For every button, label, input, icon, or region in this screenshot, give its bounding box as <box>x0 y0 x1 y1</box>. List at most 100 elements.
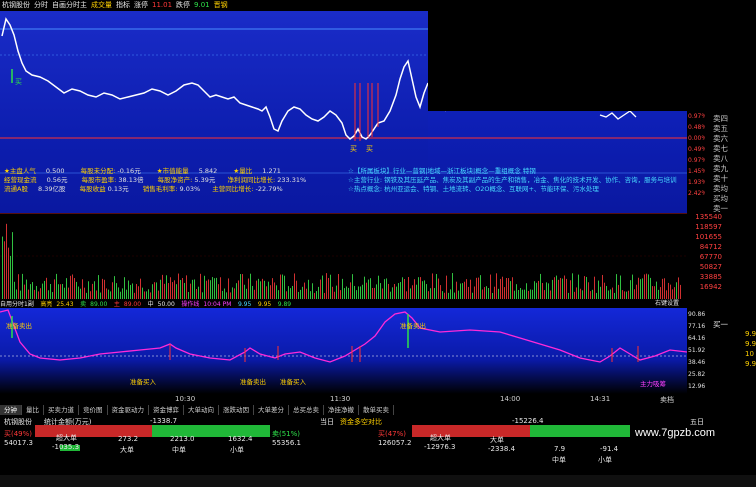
volume-bar <box>410 288 411 299</box>
volume-bar <box>318 286 319 299</box>
tab-capital-drive[interactable]: 资金驱动力 <box>108 405 149 415</box>
volume-bar <box>8 247 9 299</box>
volume-bar <box>54 279 55 299</box>
tab-minute[interactable]: 分钟 <box>0 405 22 415</box>
volume-bar <box>178 273 179 299</box>
volume-bar <box>28 289 29 299</box>
volume-bar <box>140 278 141 299</box>
tab-rise-fall[interactable]: 涨跌动因 <box>219 405 254 415</box>
tab-net-hang[interactable]: 净挂净撤 <box>324 405 359 415</box>
tab-small-order[interactable]: 散单买卖 <box>359 405 394 415</box>
label-mid-right: 中单 <box>552 456 566 464</box>
volume-bar <box>220 277 221 299</box>
ind-label: 准备卖出 <box>6 322 32 330</box>
volume-bar <box>50 283 51 299</box>
tab-volume[interactable]: 成交量 <box>91 0 112 11</box>
volume-bar <box>310 291 311 299</box>
volume-bar <box>622 290 623 299</box>
volume-bar <box>120 291 121 299</box>
volume-bar <box>562 278 563 299</box>
tab-custom-intraday[interactable]: 自画分时主 <box>52 0 87 11</box>
volume-bar <box>98 275 99 299</box>
volume-bar <box>628 290 629 299</box>
volume-bar <box>56 273 57 299</box>
ind-label: 准备卖出 <box>400 322 426 330</box>
indicator-chart[interactable]: 准备卖出 准备买入 准备卖出 准备买入 准备卖出 主力吸筹 <box>0 308 688 394</box>
ind-label: 主力吸筹 <box>640 380 666 388</box>
time-tick: 14:31 <box>590 395 611 403</box>
volume-bar <box>516 284 517 299</box>
volume-bar <box>144 291 145 299</box>
volume-bar <box>522 289 523 299</box>
indicator-name[interactable]: 自用分时1副 <box>0 301 34 308</box>
volume-bar <box>12 232 13 299</box>
val-big-left: 273.2 <box>118 435 139 443</box>
volume-bar <box>510 281 511 299</box>
volume-bar <box>88 281 89 299</box>
volume-bar <box>598 280 599 299</box>
volume-bar <box>322 275 323 299</box>
settings-link[interactable]: 右键设置 <box>655 299 679 308</box>
volume-bar <box>542 282 543 299</box>
volume-bar <box>48 290 49 299</box>
volume-bar <box>96 290 97 299</box>
limit-up-value: 11.01 <box>152 1 173 9</box>
volume-bar <box>564 275 565 299</box>
stock-name[interactable]: 杭钢股份 <box>2 0 30 11</box>
volume-bar <box>366 282 367 299</box>
ind-label: 准备卖出 <box>240 378 266 386</box>
volume-bar <box>256 280 257 299</box>
volume-bar <box>14 281 15 299</box>
tab-auction[interactable]: 竞价图 <box>79 405 108 415</box>
volume-bar <box>38 291 39 299</box>
volume-bar <box>512 277 513 299</box>
volume-bar <box>436 274 437 299</box>
volume-bar <box>376 284 377 299</box>
volume-bar <box>624 291 625 299</box>
volume-bar <box>308 279 309 299</box>
volume-chart[interactable] <box>0 212 687 299</box>
tab-total-bs[interactable]: 总买总卖 <box>289 405 324 415</box>
tab-intraday[interactable]: 分时 <box>34 0 48 11</box>
volume-bar <box>156 282 157 299</box>
volume-bar <box>468 286 469 299</box>
volume-bar <box>424 280 425 299</box>
flow-period-5day[interactable]: 五日 <box>690 417 704 427</box>
volume-bar <box>546 282 547 299</box>
volume-bar <box>654 286 655 299</box>
tab-volume-ratio[interactable]: 量比 <box>22 405 44 415</box>
volume-bar <box>406 291 407 299</box>
tab-big-order[interactable]: 大单动向 <box>184 405 219 415</box>
tab-buy-sell-force[interactable]: 买卖力道 <box>44 405 79 415</box>
volume-bar <box>650 277 651 299</box>
volume-bar <box>604 282 605 299</box>
volume-bar <box>288 286 289 299</box>
concept-3: ☆热点概念: 杭州亚运会、特钢、土地流转、O2O概念、互联网+、节能环保、污水处… <box>348 185 599 193</box>
tab-indicator[interactable]: 指标 <box>116 0 130 11</box>
volume-bar <box>586 276 587 299</box>
flow-period-today[interactable]: 当日 <box>320 417 334 427</box>
volume-bar <box>662 278 663 299</box>
volume-bar <box>192 279 193 299</box>
volume-bar <box>370 278 371 299</box>
volume-bar <box>574 291 575 299</box>
volume-bar <box>114 276 115 299</box>
volume-bar <box>588 282 589 299</box>
volume-bar <box>42 283 43 299</box>
volume-bar <box>262 278 263 299</box>
volume-bar <box>646 273 647 299</box>
volume-bar <box>584 276 585 299</box>
volume-bar <box>92 283 93 299</box>
volume-bar <box>560 277 561 299</box>
tab-big-diff[interactable]: 大单差分 <box>254 405 289 415</box>
indicator-svg <box>0 309 688 363</box>
limit-up-label: 涨停 <box>134 1 148 9</box>
volume-bar <box>292 285 293 299</box>
volume-bar <box>670 284 671 299</box>
volume-bar <box>578 274 579 299</box>
tab-capital-game[interactable]: 资金博弈 <box>149 405 184 415</box>
volume-bar <box>630 280 631 299</box>
volume-bar <box>72 274 73 299</box>
volume-bar <box>486 286 487 299</box>
volume-bar <box>216 277 217 299</box>
